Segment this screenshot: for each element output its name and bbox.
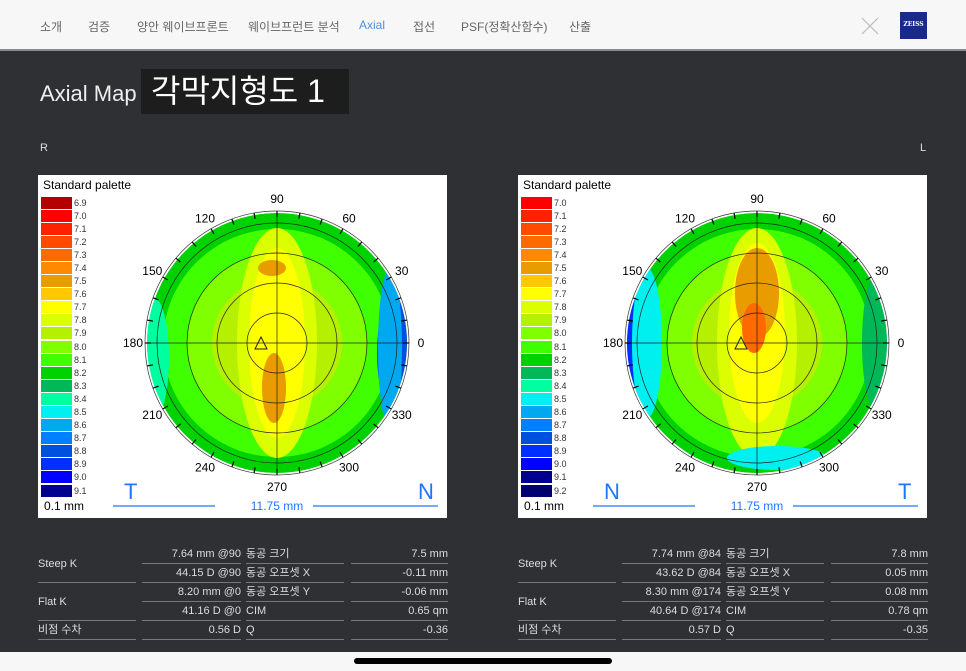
flat-k-label: Flat K [38,583,136,621]
tab-psf[interactable]: PSF(정확산함수) [461,18,548,35]
side-letter-right: N [418,479,434,504]
steep-k-d: 44.15 D @90 [142,564,241,583]
q-label: Q [246,621,344,640]
angle-label: 210 [142,408,162,422]
angle-label: 300 [819,461,839,475]
angle-label: 180 [603,336,623,350]
astigmatism-value: 0.56 D [142,621,241,640]
angle-label: 240 [195,461,215,475]
astigmatism-value: 0.57 D [622,621,721,640]
tab-output[interactable]: 산출 [569,18,591,35]
angle-label: 0 [898,336,905,350]
angle-label: 330 [872,408,892,422]
diameter-label: 11.75 mm [251,499,303,513]
angle-label: 150 [622,264,642,278]
eye-label-left: L [920,142,927,154]
angle-label: 120 [195,211,215,225]
angle-label: 0 [418,336,425,350]
side-letter-right: T [898,479,911,504]
flat-k-d: 41.16 D @0 [142,602,241,621]
steep-k-label: Steep K [38,545,136,583]
home-indicator[interactable] [354,658,612,664]
angle-label: 30 [395,264,409,278]
top-nav: 소개 검증 양안 웨이브프론트 웨이브프런트 분석 Axial 접선 PSF(정… [0,0,966,51]
zeiss-logo: ZEISS [900,12,927,39]
angle-label: 90 [270,192,284,206]
off-x-label: 동공 오프셋 X [246,564,344,583]
cim-label: CIM [726,602,824,621]
topography-map: 0 30 60 90 120 150 180 210 240 270 300 330 T N 11.75 m… [113,192,438,513]
angle-label: 300 [339,461,359,475]
page-subtitle: 각막지형도 1 [141,69,349,114]
angle-label: 150 [142,264,162,278]
angle-label: 30 [875,264,889,278]
astigmatism-label: 비점 수차 [38,621,136,640]
angle-label: 240 [675,461,695,475]
cim-label: CIM [246,602,344,621]
pupil-size-value: 7.5 mm [351,545,448,564]
flat-k-mm: 8.20 mm @0 [142,583,241,602]
angle-label: 180 [123,336,143,350]
off-y-label: 동공 오프셋 Y [726,583,824,602]
q-value: -0.36 [351,621,448,640]
axial-map-right: Standard palette 6.9 7.0 7.1 7.2 7.3 7.4 7.5 7.6… [38,175,447,518]
pupil-size-value: 7.8 mm [831,545,928,564]
tab-verify[interactable]: 검증 [88,18,110,35]
off-y-value: 0.08 mm [831,583,928,602]
page-title: Axial Map [40,81,137,106]
side-letter-left: N [604,479,620,504]
angle-label: 330 [392,408,412,422]
angle-label: 120 [675,211,695,225]
axial-map-left: Standard palette 7.0 7.1 7.2 7.3 7.4 7.5 7.6 7.7… [518,175,927,518]
off-x-value: -0.11 mm [351,564,448,583]
pupil-size-label: 동공 크기 [246,545,344,564]
angle-label: 270 [747,480,767,494]
q-value: -0.35 [831,621,928,640]
topography-map: 0 30 60 90 120 150 180 210 240 270 300 330 N T 11.75 m… [593,192,918,513]
diameter-label: 11.75 mm [731,499,783,513]
tab-tangential[interactable]: 접선 [413,18,435,35]
steep-k-mm: 7.64 mm @90 [142,545,241,564]
flat-k-d: 40.64 D @174 [622,602,721,621]
off-x-value: 0.05 mm [831,564,928,583]
angle-label: 270 [267,480,287,494]
tab-binocular-wavefront[interactable]: 양안 웨이브프론트 [137,18,229,35]
pupil-size-label: 동공 크기 [726,545,824,564]
tab-wavefront-analysis[interactable]: 웨이브프런트 분석 [248,18,340,35]
cim-value: 0.78 qm [831,602,928,621]
side-letter-left: T [124,479,137,504]
steep-k-label: Steep K [518,545,616,583]
q-label: Q [726,621,824,640]
flat-k-label: Flat K [518,583,616,621]
flat-k-mm: 8.30 mm @174 [622,583,721,602]
off-y-value: -0.06 mm [351,583,448,602]
cim-value: 0.65 qm [351,602,448,621]
steep-k-d: 43.62 D @84 [622,564,721,583]
angle-label: 60 [822,211,836,225]
close-icon[interactable] [860,16,880,36]
astigmatism-label: 비점 수차 [518,621,616,640]
tab-axial[interactable]: Axial [359,18,385,32]
steep-k-mm: 7.74 mm @84 [622,545,721,564]
angle-label: 60 [342,211,356,225]
off-x-label: 동공 오프셋 X [726,564,824,583]
eye-label-right: R [40,142,48,154]
angle-label: 90 [750,192,764,206]
tab-intro[interactable]: 소개 [40,18,62,35]
angle-label: 210 [622,408,642,422]
off-y-label: 동공 오프셋 Y [246,583,344,602]
